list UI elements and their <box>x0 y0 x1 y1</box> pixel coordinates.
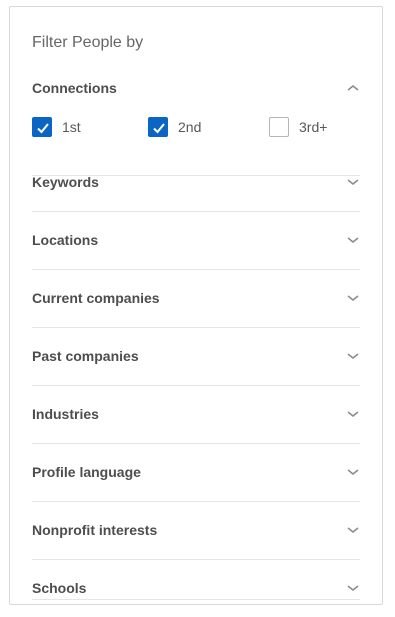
chevron-down-icon[interactable] <box>346 235 360 245</box>
checkbox-label-3rd-plus: 3rd+ <box>299 119 328 135</box>
checkbox-label-2nd: 2nd <box>178 119 202 135</box>
checkbox-1st-box[interactable] <box>32 117 52 137</box>
section-label-past-companies: Past companies <box>32 348 139 364</box>
section-label-profile-language: Profile language <box>32 464 141 480</box>
section-label-locations: Locations <box>32 232 99 248</box>
checkbox-3rd-plus-box[interactable] <box>269 117 289 137</box>
checkmark-icon <box>153 123 165 134</box>
section-current-companies: Current companies <box>32 269 360 328</box>
section-nonprofit-interests: Nonprofit interests <box>32 501 360 560</box>
section-label-schools: Schools <box>32 580 87 596</box>
industries-header[interactable]: Industries <box>32 385 360 443</box>
chevron-up-icon[interactable] <box>346 83 360 93</box>
section-industries: Industries <box>32 385 360 444</box>
chevron-down-icon[interactable] <box>346 583 360 593</box>
chevron-down-icon[interactable] <box>346 525 360 535</box>
section-label-current-companies: Current companies <box>32 290 160 306</box>
section-past-companies: Past companies <box>32 327 360 386</box>
past-companies-header[interactable]: Past companies <box>32 327 360 385</box>
section-locations: Locations <box>32 211 360 270</box>
profile-language-header[interactable]: Profile language <box>32 443 360 501</box>
checkbox-2nd-box[interactable] <box>148 117 168 137</box>
section-label-nonprofit-interests: Nonprofit interests <box>32 522 158 538</box>
section-label-keywords: Keywords <box>32 174 99 190</box>
filter-people-panel: Filter People by Connections 1st 2nd 3rd… <box>9 6 383 605</box>
panel-title: Filter People by <box>32 34 144 51</box>
chevron-down-icon[interactable] <box>346 351 360 361</box>
section-profile-language: Profile language <box>32 443 360 502</box>
checkmark-icon <box>37 123 49 134</box>
checkbox-2nd[interactable]: 2nd <box>148 117 228 139</box>
nonprofit-interests-header[interactable]: Nonprofit interests <box>32 501 360 559</box>
schools-header[interactable]: Schools <box>32 559 360 617</box>
section-label-connections: Connections <box>32 80 117 96</box>
checkbox-3rd-plus[interactable]: 3rd+ <box>269 117 359 139</box>
section-label-industries: Industries <box>32 406 99 422</box>
locations-header[interactable]: Locations <box>32 211 360 269</box>
chevron-down-icon[interactable] <box>346 467 360 477</box>
section-keywords: Keywords <box>32 153 360 212</box>
chevron-down-icon[interactable] <box>346 409 360 419</box>
keywords-header[interactable]: Keywords <box>32 153 360 211</box>
chevron-down-icon[interactable] <box>346 293 360 303</box>
connections-header[interactable]: Connections <box>32 65 360 123</box>
checkbox-label-1st: 1st <box>62 119 81 135</box>
current-companies-header[interactable]: Current companies <box>32 269 360 327</box>
chevron-down-icon[interactable] <box>346 177 360 187</box>
checkbox-1st[interactable]: 1st <box>32 117 112 139</box>
section-schools: Schools <box>32 559 360 600</box>
connections-options: 1st 2nd 3rd+ <box>10 117 382 141</box>
